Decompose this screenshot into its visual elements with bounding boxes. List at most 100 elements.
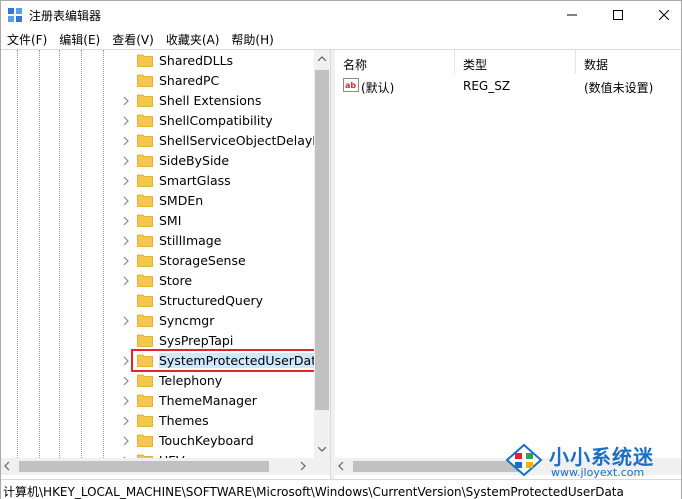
tree-item[interactable]: SysPrepTapi <box>1 331 314 351</box>
chevron-right-icon[interactable] <box>121 434 131 448</box>
tree-item-label: StillImage <box>159 233 222 248</box>
column-header-name[interactable]: 名称 <box>335 50 455 74</box>
tree-item-label: SysPrepTapi <box>159 333 234 348</box>
key-tree: SharedDLLs SharedPC Shell Extensions ShellC… <box>1 50 314 458</box>
value-type: REG_SZ <box>463 79 511 93</box>
menu-edit[interactable]: 编辑(E) <box>53 29 106 49</box>
chevron-right-icon[interactable] <box>121 194 131 208</box>
tree-item-label: SmartGlass <box>159 173 231 188</box>
chevron-left-icon[interactable] <box>3 460 11 472</box>
tree-item[interactable]: Telephony <box>1 371 314 391</box>
scroll-up-button[interactable] <box>314 50 330 67</box>
tree-item[interactable]: SMI <box>1 211 314 231</box>
maximize-icon <box>613 10 623 20</box>
chevron-right-icon[interactable] <box>121 134 131 148</box>
tree-item[interactable]: Shell Extensions <box>1 91 314 111</box>
folder-icon <box>137 314 153 327</box>
close-button[interactable] <box>641 1 682 29</box>
tree-item-label: TouchKeyboard <box>159 433 254 448</box>
menu-favorites[interactable]: 收藏夹(A) <box>160 29 226 49</box>
folder-icon <box>137 254 153 267</box>
tree-item[interactable]: ShellCompatibility <box>1 111 314 131</box>
value-name: (默认) <box>361 81 395 95</box>
tree-item[interactable]: Syncmgr <box>1 311 314 331</box>
tree-item[interactable]: UEV <box>1 451 314 458</box>
tree-item-label: SMDEn <box>159 193 204 208</box>
scroll-down-button[interactable] <box>314 441 330 458</box>
chevron-left-icon[interactable] <box>337 460 345 472</box>
tree-item-label: StructuredQuery <box>159 293 264 308</box>
regedit-icon <box>8 8 22 22</box>
chevron-right-icon[interactable] <box>121 254 131 268</box>
scroll-thumb[interactable] <box>19 461 269 472</box>
column-header-data[interactable]: 数据 <box>576 50 681 74</box>
tree-item[interactable]: SmartGlass <box>1 171 314 191</box>
folder-icon <box>137 94 153 107</box>
tree-item-label: ThemeManager <box>159 393 257 408</box>
tree-item-label: Syncmgr <box>159 313 215 328</box>
tree-item-label: SharedPC <box>159 73 220 88</box>
folder-icon <box>137 374 153 387</box>
tree-item[interactable]: SMDEn <box>1 191 314 211</box>
tree-item[interactable]: StructuredQuery <box>1 291 314 311</box>
tree-item[interactable]: ShellServiceObjectDelayLoa <box>1 131 314 151</box>
tree-item[interactable]: SharedDLLs <box>1 51 314 71</box>
tree-item[interactable]: Themes <box>1 411 314 431</box>
chevron-right-icon[interactable] <box>121 154 131 168</box>
menu-view[interactable]: 查看(V) <box>106 29 160 49</box>
tree-item-label: Themes <box>159 413 209 428</box>
menu-file[interactable]: 文件(F) <box>1 29 53 49</box>
chevron-down-icon <box>318 447 326 452</box>
watermark-logo-icon <box>505 443 543 477</box>
tree-item[interactable]: SideBySide <box>1 151 314 171</box>
chevron-right-icon[interactable] <box>121 94 131 108</box>
scroll-thumb[interactable] <box>353 461 523 472</box>
regedit-window: 注册表编辑器 文件(F) 编辑(E) 查看(V) 收藏夹(A) 帮助(H) Sh… <box>0 0 682 499</box>
folder-icon <box>137 234 153 247</box>
tree-item[interactable]: SharedPC <box>1 71 314 91</box>
tree-horizontal-scrollbar[interactable] <box>1 458 330 475</box>
tree-item-label: ShellCompatibility <box>159 113 273 128</box>
tree-item[interactable]: ThemeManager <box>1 391 314 411</box>
chevron-right-icon[interactable] <box>121 214 131 228</box>
window-title: 注册表编辑器 <box>29 9 102 23</box>
chevron-right-icon[interactable] <box>121 374 131 388</box>
chevron-right-icon[interactable] <box>121 114 131 128</box>
key-path: 计算机\HKEY_LOCAL_MACHINE\SOFTWARE\Microsof… <box>3 485 624 499</box>
tree-item[interactable]: StorageSense <box>1 251 314 271</box>
tree-item[interactable]: TouchKeyboard <box>1 431 314 451</box>
watermark-url: www.jloyext.com <box>551 466 645 479</box>
tree-item[interactable]: Store <box>1 271 314 291</box>
folder-icon <box>137 414 153 427</box>
tree-vertical-scrollbar[interactable] <box>314 50 330 458</box>
chevron-right-icon[interactable] <box>121 234 131 248</box>
chevron-right-icon[interactable] <box>121 394 131 408</box>
chevron-right-icon[interactable] <box>121 174 131 188</box>
chevron-right-icon[interactable] <box>121 274 131 288</box>
folder-icon <box>137 114 153 127</box>
folder-icon <box>137 54 153 67</box>
tree-item-label: Shell Extensions <box>159 93 262 108</box>
chevron-right-icon[interactable] <box>121 414 131 428</box>
close-icon <box>659 10 669 20</box>
menu-help[interactable]: 帮助(H) <box>225 29 279 49</box>
tree-item[interactable]: StillImage <box>1 231 314 251</box>
value-row[interactable]: ab (默认) REG_SZ (数值未设置) <box>335 76 681 96</box>
tree-item-label: ShellServiceObjectDelayLoa <box>159 133 314 148</box>
folder-icon <box>137 434 153 447</box>
value-data: (数值未设置) <box>584 81 654 95</box>
tree-item-label: Telephony <box>159 373 223 388</box>
column-header-type[interactable]: 类型 <box>455 50 576 74</box>
maximize-button[interactable] <box>595 1 641 29</box>
folder-icon <box>137 274 153 287</box>
watermark: 小小系统迷 www.jloyext.com <box>501 441 681 481</box>
title-bar: 注册表编辑器 <box>1 1 681 29</box>
status-bar: 计算机\HKEY_LOCAL_MACHINE\SOFTWARE\Microsof… <box>1 479 681 499</box>
chevron-right-icon[interactable] <box>299 460 307 472</box>
folder-icon <box>137 334 153 347</box>
chevron-right-icon[interactable] <box>121 354 131 368</box>
scroll-thumb[interactable] <box>315 70 329 410</box>
minimize-button[interactable] <box>549 1 595 29</box>
values-list-pane: 名称 类型 数据 ab (默认) REG_SZ (数值未设置) <box>335 50 681 479</box>
chevron-right-icon[interactable] <box>121 314 131 328</box>
